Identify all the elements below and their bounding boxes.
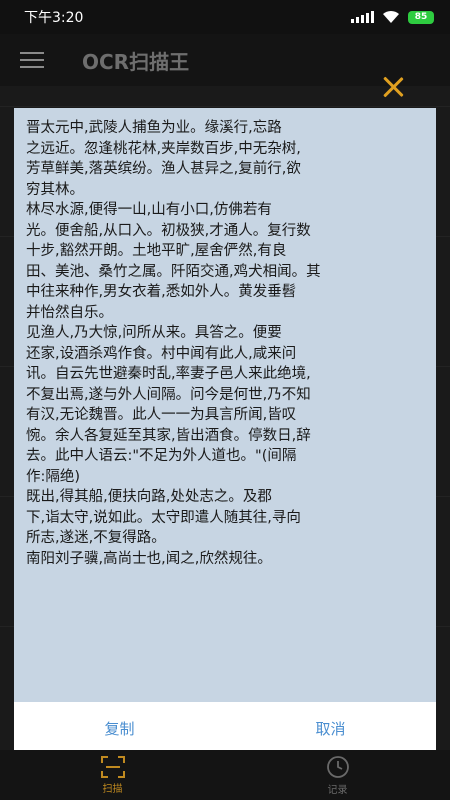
nav-label-history: 记录 bbox=[327, 784, 348, 796]
status-icons: 85 bbox=[351, 10, 434, 24]
menu-icon[interactable] bbox=[20, 52, 44, 68]
nav-label-scan: 扫描 bbox=[102, 783, 123, 795]
bottom-nav: 扫描 记录 bbox=[0, 750, 450, 800]
app-title: OCR扫描王 bbox=[82, 49, 190, 74]
wifi-icon bbox=[383, 10, 399, 23]
nav-item-scan[interactable]: 扫描 bbox=[0, 750, 225, 800]
status-time: 下午3:20 bbox=[24, 10, 84, 26]
battery-icon: 85 bbox=[408, 10, 434, 24]
ocr-result-dialog: 晋太元中,武陵人捕鱼为业。缘溪行,忘路 之远近。忽逢桃花林,夹岸数百步,中无杂树… bbox=[14, 108, 436, 754]
scan-icon bbox=[100, 755, 125, 778]
copy-button[interactable]: 复制 bbox=[14, 702, 225, 754]
clock-icon bbox=[326, 755, 349, 778]
signal-icon bbox=[351, 11, 374, 23]
close-icon[interactable] bbox=[382, 76, 404, 98]
battery-level: 85 bbox=[414, 12, 428, 22]
ocr-result-text[interactable]: 晋太元中,武陵人捕鱼为业。缘溪行,忘路 之远近。忽逢桃花林,夹岸数百步,中无杂树… bbox=[26, 118, 428, 698]
status-bar: 下午3:20 85 bbox=[0, 0, 450, 34]
cancel-button[interactable]: 取消 bbox=[225, 702, 436, 754]
nav-item-history[interactable]: 记录 bbox=[225, 750, 450, 800]
dialog-actions: 复制 取消 bbox=[14, 702, 436, 754]
